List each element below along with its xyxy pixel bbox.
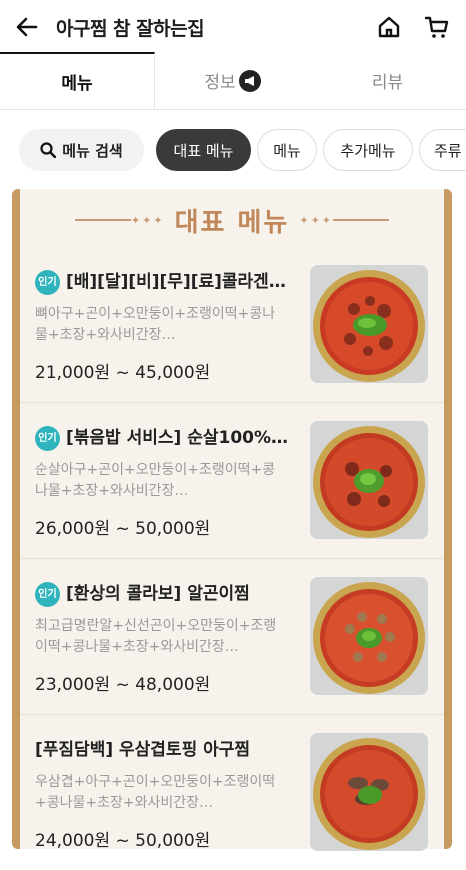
signature-menu-board: ✦✦✦ 대표 메뉴 ✦✦✦ 인기 [배][달][비][무][료]콜라겐… 뼈아구+… xyxy=(12,189,452,851)
tab-info[interactable]: 정보 xyxy=(155,52,310,109)
category-chip-bar: 메뉴 검색 대표 메뉴 메뉴 추가메뉴 주류 xyxy=(0,110,466,188)
menu-item-name-text: [푸짐담백] 우삼겹토핑 아구찜 xyxy=(35,740,251,760)
description-line: 이떡+콩나물+초장+와사비간장… xyxy=(35,639,239,655)
menu-item-name: 인기 [배][달][비][무][료]콜라겐… xyxy=(35,267,305,295)
menu-item-description: 순살아구+곤이+오만둥이+조랭이떡+콩 나물+초장+와사비간장… xyxy=(35,460,295,502)
menu-item-name-text: [환상의 콜라보] 알곤이찜 xyxy=(66,584,250,604)
home-icon[interactable] xyxy=(376,14,402,40)
menu-item-description: 뼈아구+곤이+오만둥이+조랭이떡+콩나 물+초장+와사비간장… xyxy=(35,304,295,346)
description-line: 나물+초장+와사비간장… xyxy=(35,483,189,499)
tab-menu-label: 메뉴 xyxy=(61,74,93,94)
menu-item-photo xyxy=(310,733,428,851)
store-title: 아구찜 참 잘하는집 xyxy=(56,18,205,40)
arrow-left-icon[interactable] xyxy=(14,14,40,40)
menu-item-name-text: [볶음밥 서비스] 순살100%… xyxy=(66,428,289,448)
megaphone-icon xyxy=(238,69,261,92)
tab-menu[interactable]: 메뉴 xyxy=(0,52,155,109)
steamed-monkfish-dish-image xyxy=(310,265,428,383)
menu-item-description: 최고급명란알+신선곤이+오만둥이+조랭 이떡+콩나물+초장+와사비간장… xyxy=(35,616,295,658)
menu-item[interactable]: 인기 [환상의 콜라보] 알곤이찜 최고급명란알+신선곤이+오만둥이+조랭 이떡+… xyxy=(20,559,444,715)
popular-badge: 인기 xyxy=(35,269,60,295)
menu-search-label: 메뉴 검색 xyxy=(62,141,123,160)
description-line: 최고급명란알+신선곤이+오만둥이+조랭 xyxy=(35,618,277,634)
menu-item-price: 26,000원 ~ 50,000원 xyxy=(35,519,211,539)
decorative-dots: ✦✦✦ xyxy=(130,213,165,227)
chip-menu[interactable]: 메뉴 xyxy=(257,129,317,171)
menu-item-photo xyxy=(310,265,428,383)
chip-label: 메뉴 xyxy=(273,141,301,160)
cart-icon[interactable] xyxy=(424,14,450,40)
popular-badge: 인기 xyxy=(35,425,60,451)
decorative-line xyxy=(333,219,390,221)
roe-and-milt-dish-image xyxy=(310,577,428,695)
chip-label: 대표 메뉴 xyxy=(173,141,234,160)
description-line: 뼈아구+곤이+오만둥이+조랭이떡+콩나 xyxy=(35,306,276,322)
menu-item[interactable]: [푸짐담백] 우삼겹토핑 아구찜 우삼겹+아구+곤이+오만둥이+조랭이떡 +콩나… xyxy=(20,715,444,870)
chip-signature-menu[interactable]: 대표 메뉴 xyxy=(156,129,251,171)
menu-search-button[interactable]: 메뉴 검색 xyxy=(19,129,144,171)
popular-badge: 인기 xyxy=(35,581,60,607)
menu-item-name: [푸짐담백] 우삼겹토핑 아구찜 xyxy=(35,735,305,760)
menu-item-photo xyxy=(310,577,428,695)
menu-list: 인기 [배][달][비][무][료]콜라겐… 뼈아구+곤이+오만둥이+조랭이떡+콩… xyxy=(20,247,444,870)
description-line: 우삼겹+아구+곤이+오만둥이+조랭이떡 xyxy=(35,774,276,790)
menu-item-photo xyxy=(310,421,428,539)
menu-item-name-text: [배][달][비][무][료]콜라겐… xyxy=(66,272,286,292)
search-icon xyxy=(40,142,57,158)
section-header: ✦✦✦ 대표 메뉴 ✦✦✦ xyxy=(20,189,444,251)
board-inner: ✦✦✦ 대표 메뉴 ✦✦✦ 인기 [배][달][비][무][료]콜라겐… 뼈아구+… xyxy=(20,189,444,851)
tab-bar: 메뉴 정보 리뷰 xyxy=(0,52,466,110)
tab-info-label: 정보 xyxy=(204,73,236,93)
chip-alcohol[interactable]: 주류 xyxy=(419,129,466,171)
beef-brisket-monkfish-dish-image xyxy=(310,733,428,851)
app-header: 아구찜 참 잘하는집 xyxy=(0,0,466,54)
menu-item-price: 24,000원 ~ 50,000원 xyxy=(35,831,211,851)
menu-item[interactable]: 인기 [볶음밥 서비스] 순살100%… 순살아구+곤이+오만둥이+조랭이떡+콩 … xyxy=(20,403,444,559)
menu-item[interactable]: 인기 [배][달][비][무][료]콜라겐… 뼈아구+곤이+오만둥이+조랭이떡+콩… xyxy=(20,247,444,403)
decorative-dots: ✦✦✦ xyxy=(299,213,334,227)
description-line: +콩나물+초장+와사비간장… xyxy=(35,795,213,811)
tab-review[interactable]: 리뷰 xyxy=(310,52,465,109)
chip-label: 주류 xyxy=(434,141,462,160)
boneless-monkfish-dish-image xyxy=(310,421,428,539)
menu-item-name: 인기 [볶음밥 서비스] 순살100%… xyxy=(35,423,305,451)
menu-item-description: 우삼겹+아구+곤이+오만둥이+조랭이떡 +콩나물+초장+와사비간장… xyxy=(35,772,295,814)
tab-review-label: 리뷰 xyxy=(371,73,404,93)
chip-label: 추가메뉴 xyxy=(340,141,396,160)
chip-extra-menu[interactable]: 추가메뉴 xyxy=(323,129,413,171)
description-line: 순살아구+곤이+오만둥이+조랭이떡+콩 xyxy=(35,462,276,478)
decorative-line xyxy=(74,219,131,221)
description-line: 물+초장+와사비간장… xyxy=(35,327,176,343)
menu-item-name: 인기 [환상의 콜라보] 알곤이찜 xyxy=(35,579,305,607)
section-title: 대표 메뉴 xyxy=(174,207,290,238)
menu-item-price: 23,000원 ~ 48,000원 xyxy=(35,675,211,695)
menu-item-price: 21,000원 ~ 45,000원 xyxy=(35,363,211,383)
